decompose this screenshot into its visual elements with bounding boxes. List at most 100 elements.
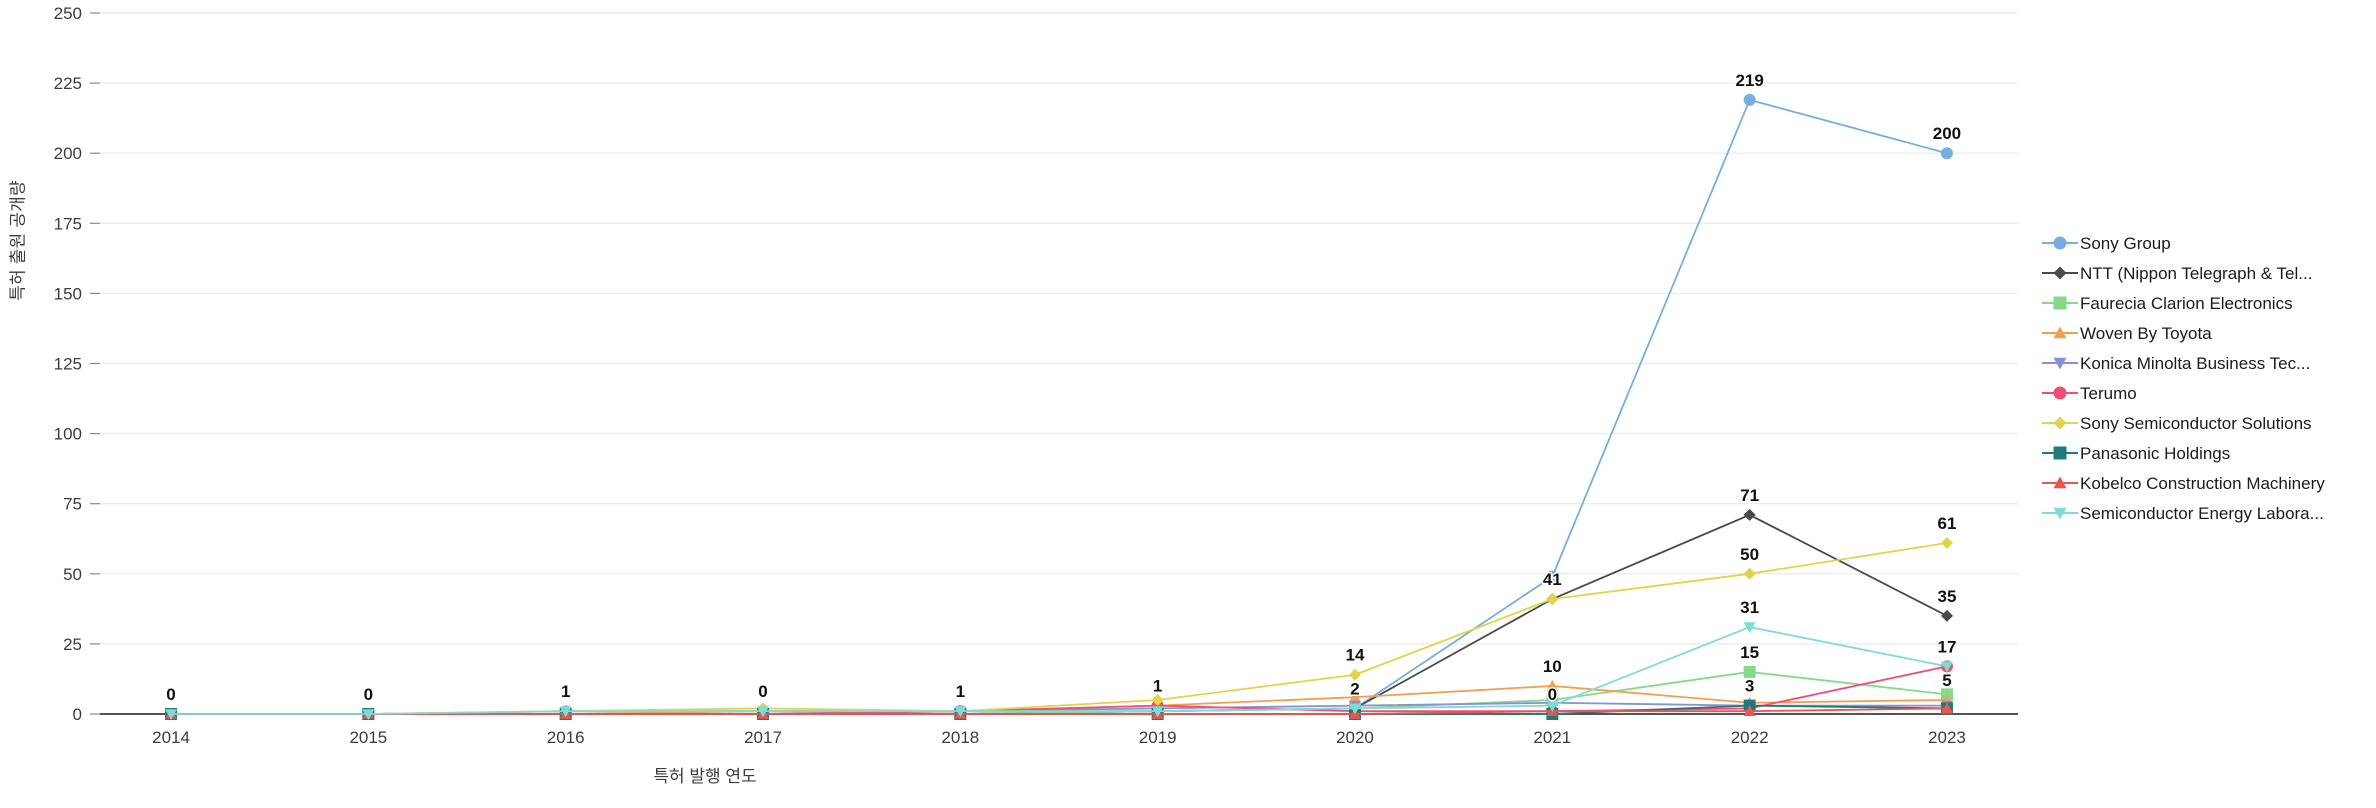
- x-tick-label: 2016: [547, 728, 585, 747]
- data-label: 219: [1735, 71, 1763, 90]
- circle-marker-icon: [2040, 232, 2080, 254]
- square-marker-icon: [2040, 442, 2080, 464]
- triangle-marker-icon: [2040, 322, 2080, 344]
- series-line: [171, 542, 1948, 715]
- triangle-marker-icon: [2040, 472, 2080, 494]
- x-tick-label: 2019: [1139, 728, 1177, 747]
- data-point-square: [2053, 446, 2067, 460]
- x-tick-label: 2022: [1731, 728, 1769, 747]
- y-tick-label: 0: [73, 705, 82, 724]
- data-label: 41: [1543, 570, 1562, 589]
- legend-item[interactable]: Sony Group: [2040, 228, 2376, 258]
- legend-item[interactable]: Woven By Toyota: [2040, 318, 2376, 348]
- legend-item-label: Kobelco Construction Machinery: [2080, 473, 2325, 493]
- series-sony-group: [165, 93, 1953, 720]
- y-tick-label: 50: [63, 565, 82, 584]
- data-point-square: [2053, 296, 2067, 310]
- triangle-down-marker-icon: [2040, 352, 2080, 374]
- x-tick-label: 2018: [941, 728, 979, 747]
- data-label: 200: [1933, 124, 1961, 143]
- x-tick-label: 2020: [1336, 728, 1374, 747]
- x-tick-label: 2021: [1533, 728, 1571, 747]
- data-label: 14: [1346, 646, 1365, 665]
- data-label: 0: [364, 685, 373, 704]
- data-label: 5: [1942, 671, 1951, 690]
- diamond-marker-icon: [2040, 262, 2080, 284]
- series-ntt-nippon-telegraph-tel-: [165, 508, 1953, 720]
- y-axis-title: 특허 출원 공개량: [8, 180, 28, 301]
- legend-item-label: Sony Semiconductor Solutions: [2080, 413, 2312, 433]
- x-axis-title: 특허 발행 연도: [653, 767, 757, 786]
- legend-item-label: Woven By Toyota: [2080, 323, 2212, 343]
- data-point-circle: [2053, 236, 2067, 250]
- y-tick-label: 75: [63, 495, 82, 514]
- y-tick-label: 200: [54, 144, 82, 163]
- x-tick-label: 2015: [349, 728, 387, 747]
- data-point-diamond: [1743, 567, 1756, 580]
- data-point-diamond: [1743, 508, 1756, 521]
- y-tick-label: 225: [54, 74, 82, 93]
- data-label: 17: [1938, 637, 1957, 656]
- legend-item[interactable]: NTT (Nippon Telegraph & Tel...: [2040, 258, 2376, 288]
- data-point-circle: [1940, 147, 1953, 160]
- y-tick-label: 25: [63, 635, 82, 654]
- data-label: 3: [1745, 677, 1754, 696]
- y-tick-label: 125: [54, 355, 82, 374]
- data-point-circle: [1743, 93, 1756, 106]
- legend-item-label: Semiconductor Energy Labora...: [2080, 503, 2324, 523]
- legend-item-label: Konica Minolta Business Tec...: [2080, 353, 2311, 373]
- plot-area: 0 25 50 75 100 125 150 175 200 225 250 2014 2015 2016…: [0, 0, 2376, 808]
- x-tick-label: 2017: [744, 728, 782, 747]
- data-point-circle: [2053, 386, 2067, 400]
- x-tick-label: 2023: [1928, 728, 1966, 747]
- data-label: 31: [1740, 598, 1759, 617]
- data-label: 15: [1740, 643, 1759, 662]
- legend-item-label: Panasonic Holdings: [2080, 443, 2231, 463]
- data-label: 0: [758, 682, 767, 701]
- y-tick-label: 150: [54, 284, 82, 303]
- series-sony-semiconductor-solutions: [165, 536, 1953, 720]
- data-point-diamond: [2053, 266, 2067, 280]
- data-label: 1: [956, 682, 965, 701]
- data-label: 61: [1938, 514, 1957, 533]
- y-tick-label: 175: [54, 214, 82, 233]
- data-label: 1: [561, 682, 570, 701]
- data-label: 35: [1938, 587, 1957, 606]
- data-label: 0: [1548, 685, 1557, 704]
- legend-item-label: Terumo: [2080, 383, 2137, 403]
- data-label: 1: [1153, 677, 1162, 696]
- triangle-down-marker-icon: [2040, 502, 2080, 524]
- data-label: 2: [1350, 679, 1359, 698]
- chart-legend: Sony Group NTT (Nippon Telegraph & Tel...…: [2040, 228, 2376, 528]
- data-point-diamond: [1546, 593, 1559, 606]
- data-label: 10: [1543, 657, 1562, 676]
- data-point-diamond: [2053, 416, 2067, 430]
- legend-item-label: Sony Group: [2080, 233, 2171, 253]
- data-point-diamond: [1940, 609, 1953, 622]
- legend-item-label: NTT (Nippon Telegraph & Tel...: [2080, 263, 2313, 283]
- legend-item[interactable]: Panasonic Holdings: [2040, 438, 2376, 468]
- legend-item[interactable]: Konica Minolta Business Tec...: [2040, 348, 2376, 378]
- legend-item-label: Faurecia Clarion Electronics: [2080, 293, 2293, 313]
- data-point-diamond: [1940, 536, 1953, 549]
- line-chart: 02550751001251501752002252502014 2015 2016…: [54, 4, 2018, 747]
- series-line: [171, 626, 1948, 715]
- square-marker-icon: [2040, 292, 2080, 314]
- series-line: [171, 513, 1948, 715]
- legend-item[interactable]: Semiconductor Energy Labora...: [2040, 498, 2376, 528]
- data-label: 0: [166, 685, 175, 704]
- y-tick-label: 250: [54, 4, 82, 23]
- series-line: [171, 665, 1948, 715]
- y-tick-label: 100: [54, 425, 82, 444]
- data-label: 50: [1740, 545, 1759, 564]
- legend-item[interactable]: Sony Semiconductor Solutions: [2040, 408, 2376, 438]
- series-line: [171, 98, 1948, 715]
- legend-item[interactable]: Faurecia Clarion Electronics: [2040, 288, 2376, 318]
- data-label: 71: [1740, 486, 1759, 505]
- diamond-marker-icon: [2040, 412, 2080, 434]
- x-tick-label: 2014: [152, 728, 190, 747]
- legend-item[interactable]: Kobelco Construction Machinery: [2040, 468, 2376, 498]
- circle-marker-icon: [2040, 382, 2080, 404]
- chart-page: 0 25 50 75 100 125 150 175 200 225 250 2014 2015 2016…: [0, 0, 2376, 808]
- legend-item[interactable]: Terumo: [2040, 378, 2376, 408]
